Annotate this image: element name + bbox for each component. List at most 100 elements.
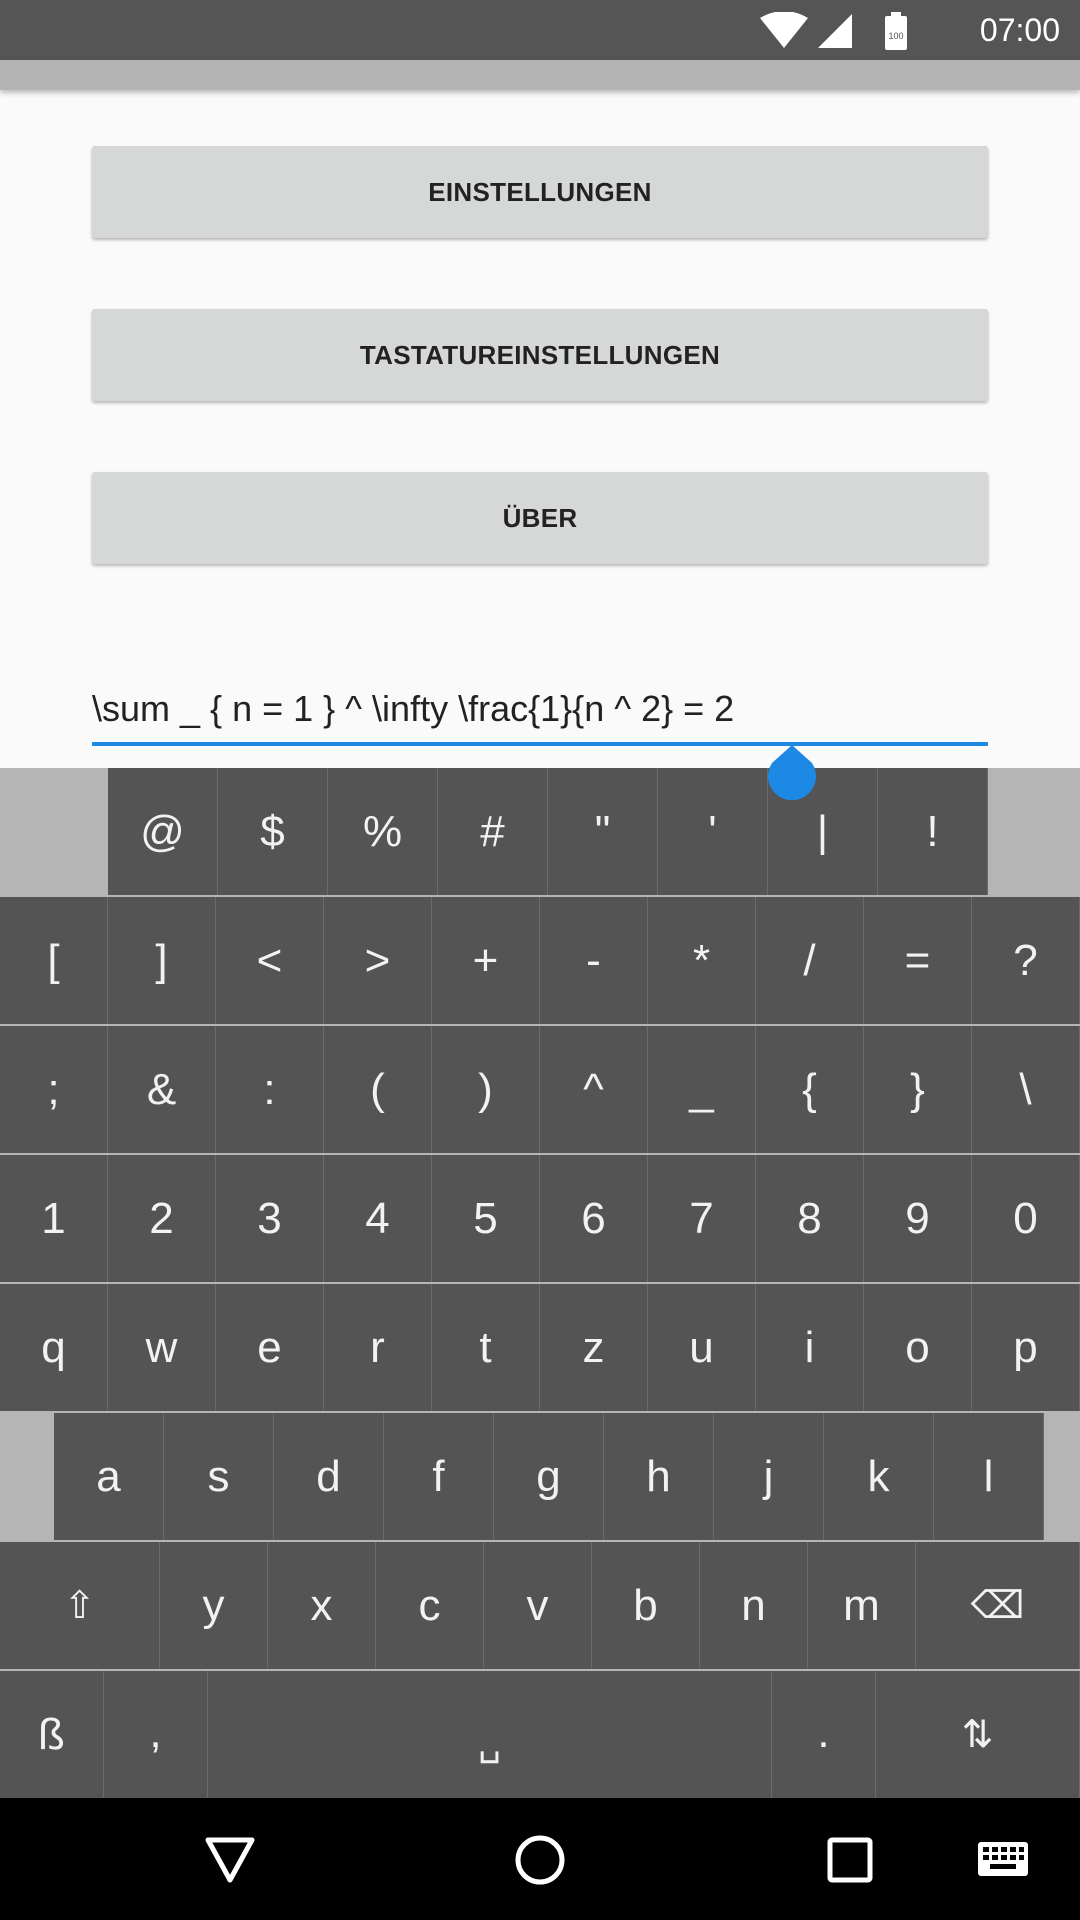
key-symbol[interactable]: _ <box>648 1026 756 1153</box>
key-symbol[interactable]: : <box>216 1026 324 1153</box>
cursor-handle-icon[interactable] <box>766 745 818 801</box>
key-symbol[interactable]: # <box>438 768 548 895</box>
cell-signal-icon <box>818 14 852 48</box>
key-symbol[interactable]: & <box>108 1026 216 1153</box>
key-7[interactable]: 7 <box>648 1155 756 1282</box>
key-symbol[interactable]: } <box>864 1026 972 1153</box>
app-bar <box>0 60 1080 90</box>
key-t[interactable]: t <box>432 1284 540 1411</box>
key-symbol[interactable]: - <box>540 897 648 1024</box>
key-symbol[interactable]: ' <box>658 768 768 895</box>
navigation-bar <box>0 1798 1080 1920</box>
recents-icon <box>827 1837 873 1883</box>
key-q[interactable]: q <box>0 1284 108 1411</box>
status-bar: 100 07:00 <box>0 0 1080 60</box>
backspace-key[interactable]: ⌫ <box>916 1542 1080 1669</box>
keyboard-settings-button[interactable]: TASTATUREINSTELLUNGEN <box>92 309 988 401</box>
clock: 07:00 <box>979 12 1060 48</box>
key-4[interactable]: 4 <box>324 1155 432 1282</box>
key-z[interactable]: z <box>540 1284 648 1411</box>
key-symbol[interactable]: \ <box>972 1026 1080 1153</box>
key-symbol[interactable]: [ <box>0 897 108 1024</box>
key-symbol[interactable]: ! <box>878 768 988 895</box>
key-r[interactable]: r <box>324 1284 432 1411</box>
key-symbol[interactable]: , <box>104 1671 208 1798</box>
formula-input[interactable]: \sum _ { n = 1 } ^ \infty \frac{1}{n ^ 2… <box>92 684 988 746</box>
key-symbol[interactable]: ; <box>0 1026 108 1153</box>
key-u[interactable]: u <box>648 1284 756 1411</box>
key-symbol[interactable]: " <box>548 768 658 895</box>
key-x[interactable]: x <box>268 1542 376 1669</box>
key-1[interactable]: 1 <box>0 1155 108 1282</box>
key-e[interactable]: e <box>216 1284 324 1411</box>
key-8[interactable]: 8 <box>756 1155 864 1282</box>
key-b[interactable]: b <box>592 1542 700 1669</box>
key-o[interactable]: o <box>864 1284 972 1411</box>
key-0[interactable]: 0 <box>972 1155 1080 1282</box>
back-button[interactable] <box>190 1820 270 1900</box>
key-k[interactable]: k <box>824 1413 934 1540</box>
key-v[interactable]: v <box>484 1542 592 1669</box>
key-symbol[interactable]: / <box>756 897 864 1024</box>
wifi-icon <box>760 12 808 48</box>
about-button[interactable]: ÜBER <box>92 472 988 564</box>
key-symbol[interactable]: > <box>324 897 432 1024</box>
keyboard-row: @ $% # " ' |! <box>0 768 1080 896</box>
key-i[interactable]: i <box>756 1284 864 1411</box>
key-symbol[interactable]: ) <box>432 1026 540 1153</box>
key-n[interactable]: n <box>700 1542 808 1669</box>
key-ß[interactable]: ß <box>0 1671 104 1798</box>
keyboard-row: ß, ␣. ⇅ <box>0 1671 1080 1799</box>
keyboard-row: qwertzuiop <box>0 1284 1080 1412</box>
key-j[interactable]: j <box>714 1413 824 1540</box>
key-m[interactable]: m <box>808 1542 916 1669</box>
key-symbol[interactable]: ? <box>972 897 1080 1024</box>
key-symbol[interactable]: + <box>432 897 540 1024</box>
key-g[interactable]: g <box>494 1413 604 1540</box>
key-9[interactable]: 9 <box>864 1155 972 1282</box>
key-symbol[interactable]: . <box>772 1671 876 1798</box>
key-symbol[interactable]: ^ <box>540 1026 648 1153</box>
keyboard-row: asdfghjkl <box>0 1413 1080 1541</box>
key-symbol[interactable]: = <box>864 897 972 1024</box>
battery-icon: 100 <box>885 12 907 50</box>
keyboard-switch-icon <box>978 1842 1028 1876</box>
key-symbol[interactable]: % <box>328 768 438 895</box>
recents-button[interactable] <box>810 1820 890 1900</box>
input-underline <box>92 742 988 746</box>
key-l[interactable]: l <box>934 1413 1044 1540</box>
settings-button[interactable]: EINSTELLUNGEN <box>92 146 988 238</box>
key-symbol[interactable]: { <box>756 1026 864 1153</box>
key-symbol[interactable]: $ <box>218 768 328 895</box>
keyboard-row: ⇧ y x c v b n m ⌫ <box>0 1542 1080 1670</box>
shift-key[interactable]: ⇧ <box>0 1542 160 1669</box>
keyboard-row: 1234567890 <box>0 1155 1080 1283</box>
space-key[interactable]: ␣ <box>208 1671 772 1798</box>
key-h[interactable]: h <box>604 1413 714 1540</box>
home-button[interactable] <box>500 1820 580 1900</box>
key-c[interactable]: c <box>376 1542 484 1669</box>
mode-switch-key[interactable]: ⇅ <box>876 1671 1080 1798</box>
key-d[interactable]: d <box>274 1413 384 1540</box>
key-p[interactable]: p <box>972 1284 1080 1411</box>
home-icon <box>515 1835 565 1885</box>
key-symbol[interactable]: @ <box>108 768 218 895</box>
keyboard-row: ; &:() ^ _{} \ <box>0 1026 1080 1154</box>
key-symbol[interactable]: ( <box>324 1026 432 1153</box>
key-symbol[interactable]: < <box>216 897 324 1024</box>
key-s[interactable]: s <box>164 1413 274 1540</box>
key-6[interactable]: 6 <box>540 1155 648 1282</box>
svg-text:100: 100 <box>888 31 903 41</box>
key-symbol[interactable]: ] <box>108 897 216 1024</box>
key-a[interactable]: a <box>54 1413 164 1540</box>
key-w[interactable]: w <box>108 1284 216 1411</box>
status-icons: 100 <box>760 12 907 50</box>
key-5[interactable]: 5 <box>432 1155 540 1282</box>
keyboard-switch-button[interactable] <box>963 1820 1043 1900</box>
key-2[interactable]: 2 <box>108 1155 216 1282</box>
key-y[interactable]: y <box>160 1542 268 1669</box>
key-symbol[interactable]: * <box>648 897 756 1024</box>
keyboard-row: [] < > + - * / =? <box>0 897 1080 1025</box>
key-3[interactable]: 3 <box>216 1155 324 1282</box>
key-f[interactable]: f <box>384 1413 494 1540</box>
